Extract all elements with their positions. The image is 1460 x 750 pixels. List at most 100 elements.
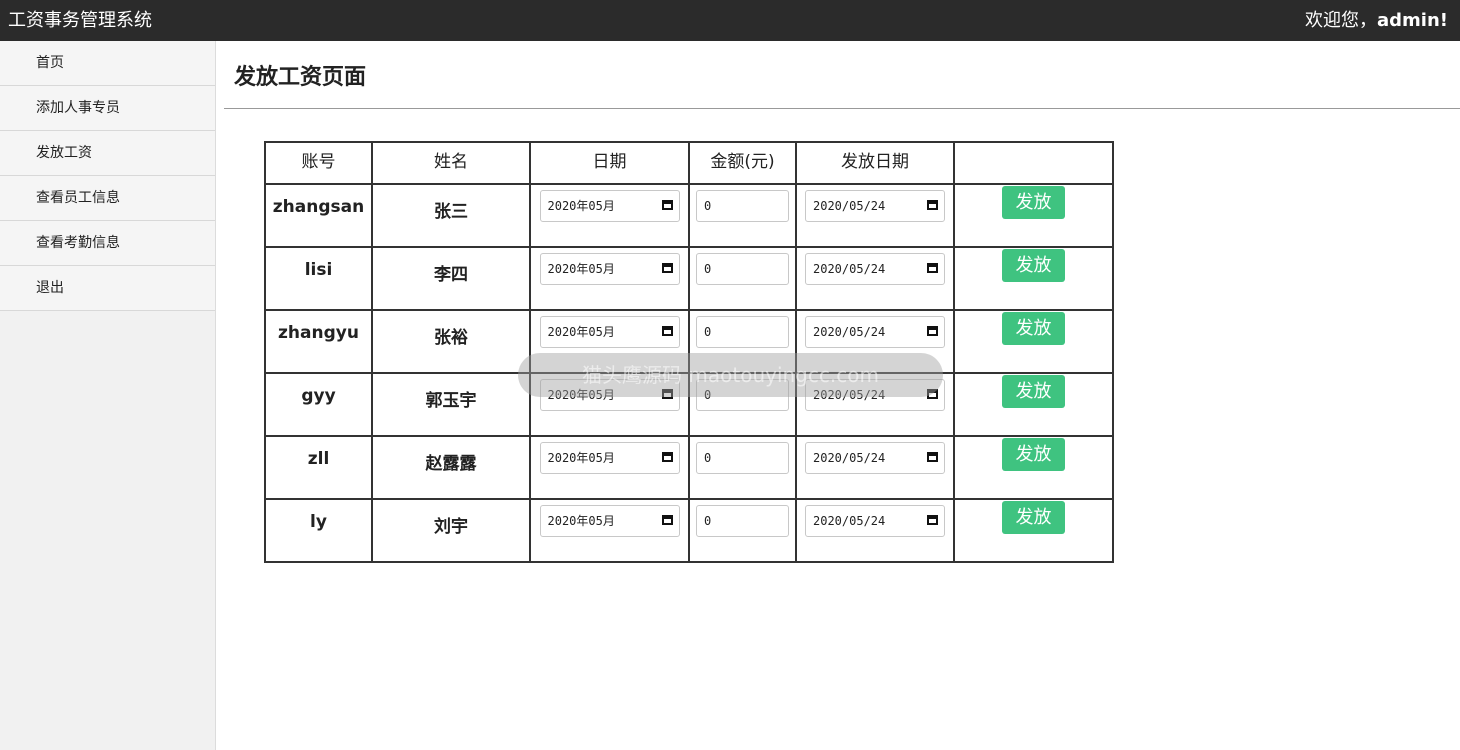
amount-input[interactable]: 0 xyxy=(696,253,789,285)
amount-input[interactable]: 0 xyxy=(696,505,789,537)
employee-name: 郭玉宇 xyxy=(425,391,477,411)
account-value: lisi xyxy=(304,260,333,280)
pay-date-cell: 2020/05/24 xyxy=(795,498,955,563)
calendar-icon[interactable] xyxy=(661,200,673,210)
amount-cell: 0 xyxy=(688,498,797,563)
amount-input[interactable]: 0 xyxy=(696,190,789,222)
column-header-date: 日期 xyxy=(529,141,690,185)
table-row: zhangsan 张三 2020年05月 0 2020/05/24 发放 xyxy=(264,183,1114,248)
column-header-pay-date: 发放日期 xyxy=(795,141,955,185)
sidebar-item-home[interactable]: 首页 xyxy=(0,41,215,86)
account-value: zhangyu xyxy=(278,323,359,343)
pay-date-input[interactable]: 2020/05/24 xyxy=(805,316,945,348)
calendar-icon[interactable] xyxy=(661,515,673,525)
salary-month-value: 2020年05月 xyxy=(547,325,615,339)
column-header-account: 账号 xyxy=(264,141,373,185)
salary-month-input[interactable]: 2020年05月 xyxy=(539,442,680,474)
pay-date-value: 2020/05/24 xyxy=(813,451,886,465)
table-header-row: 账号 姓名 日期 金额(元) 发放日期 xyxy=(264,141,1114,185)
pay-button[interactable]: 发放 xyxy=(1002,249,1065,282)
title-divider xyxy=(224,108,1460,109)
welcome-message: 欢迎您，admin! xyxy=(1305,9,1448,33)
date-cell: 2020年05月 xyxy=(529,183,690,248)
date-cell: 2020年05月 xyxy=(529,498,690,563)
account-value: zll xyxy=(307,449,330,469)
welcome-prefix: 欢迎您， xyxy=(1305,10,1378,31)
salary-month-input[interactable]: 2020年05月 xyxy=(539,190,680,222)
calendar-icon[interactable] xyxy=(661,452,673,462)
date-cell: 2020年05月 xyxy=(529,246,690,311)
pay-date-value: 2020/05/24 xyxy=(813,325,886,339)
pay-date-input[interactable]: 2020/05/24 xyxy=(805,253,945,285)
employee-name: 张三 xyxy=(434,202,468,222)
pay-button[interactable]: 发放 xyxy=(1002,186,1065,219)
sidebar-item-pay-salary[interactable]: 发放工资 xyxy=(0,131,215,176)
action-cell: 发放 xyxy=(953,435,1114,500)
account-cell: zll xyxy=(264,435,373,500)
salary-month-value: 2020年05月 xyxy=(547,262,615,276)
username: admin! xyxy=(1377,10,1448,31)
salary-month-value: 2020年05月 xyxy=(547,514,615,528)
pay-date-input[interactable]: 2020/05/24 xyxy=(805,190,945,222)
action-cell: 发放 xyxy=(953,246,1114,311)
amount-input[interactable]: 0 xyxy=(696,316,789,348)
employee-name: 刘宇 xyxy=(434,517,468,537)
salary-month-input[interactable]: 2020年05月 xyxy=(539,253,680,285)
calendar-icon[interactable] xyxy=(927,200,938,210)
name-cell: 赵露露 xyxy=(371,435,531,500)
calendar-icon[interactable] xyxy=(927,515,938,525)
salary-table: 账号 姓名 日期 金额(元) 发放日期 zhangsan 张三 2020年05月… xyxy=(264,141,1114,563)
amount-value: 0 xyxy=(704,199,712,213)
salary-month-value: 2020年05月 xyxy=(547,451,615,465)
sidebar-item-logout[interactable]: 退出 xyxy=(0,266,215,311)
table-row: lisi 李四 2020年05月 0 2020/05/24 发放 xyxy=(264,246,1114,311)
employee-name: 李四 xyxy=(434,265,468,285)
pay-date-value: 2020/05/24 xyxy=(813,262,886,276)
pay-date-input[interactable]: 2020/05/24 xyxy=(805,442,945,474)
pay-button[interactable]: 发放 xyxy=(1002,312,1065,345)
account-cell: lisi xyxy=(264,246,373,311)
salary-month-input[interactable]: 2020年05月 xyxy=(539,316,680,348)
pay-button[interactable]: 发放 xyxy=(1002,438,1065,471)
action-cell: 发放 xyxy=(953,498,1114,563)
calendar-icon[interactable] xyxy=(927,263,938,273)
sidebar-item-attendance-info[interactable]: 查看考勤信息 xyxy=(0,221,215,266)
calendar-icon[interactable] xyxy=(927,326,938,336)
sidebar-item-employee-info[interactable]: 查看员工信息 xyxy=(0,176,215,221)
calendar-icon[interactable] xyxy=(927,452,938,462)
date-cell: 2020年05月 xyxy=(529,435,690,500)
account-value: ly xyxy=(310,512,327,532)
column-header-name: 姓名 xyxy=(371,141,531,185)
amount-cell: 0 xyxy=(688,183,797,248)
name-cell: 张裕 xyxy=(371,309,531,374)
amount-cell: 0 xyxy=(688,246,797,311)
pay-date-cell: 2020/05/24 xyxy=(795,183,955,248)
column-header-amount: 金额(元) xyxy=(688,141,797,185)
name-cell: 李四 xyxy=(371,246,531,311)
name-cell: 郭玉宇 xyxy=(371,372,531,437)
amount-value: 0 xyxy=(704,325,712,339)
account-value: gyy xyxy=(301,386,336,406)
employee-name: 赵露露 xyxy=(425,454,477,474)
calendar-icon[interactable] xyxy=(661,263,673,273)
pay-button[interactable]: 发放 xyxy=(1002,375,1065,408)
amount-value: 0 xyxy=(704,262,712,276)
sidebar-item-add-hr-staff[interactable]: 添加人事专员 xyxy=(0,86,215,131)
pay-date-cell: 2020/05/24 xyxy=(795,246,955,311)
name-cell: 张三 xyxy=(371,183,531,248)
action-cell: 发放 xyxy=(953,309,1114,374)
amount-value: 0 xyxy=(704,514,712,528)
calendar-icon[interactable] xyxy=(661,326,673,336)
amount-input[interactable]: 0 xyxy=(696,442,789,474)
column-header-action xyxy=(953,141,1114,185)
pay-button[interactable]: 发放 xyxy=(1002,501,1065,534)
account-value: zhangsan xyxy=(272,197,365,217)
pay-date-cell: 2020/05/24 xyxy=(795,435,955,500)
account-cell: zhangsan xyxy=(264,183,373,248)
pay-date-input[interactable]: 2020/05/24 xyxy=(805,505,945,537)
amount-cell: 0 xyxy=(688,435,797,500)
action-cell: 发放 xyxy=(953,372,1114,437)
salary-month-input[interactable]: 2020年05月 xyxy=(539,505,680,537)
name-cell: 刘宇 xyxy=(371,498,531,563)
table-row: ly 刘宇 2020年05月 0 2020/05/24 发放 xyxy=(264,498,1114,563)
